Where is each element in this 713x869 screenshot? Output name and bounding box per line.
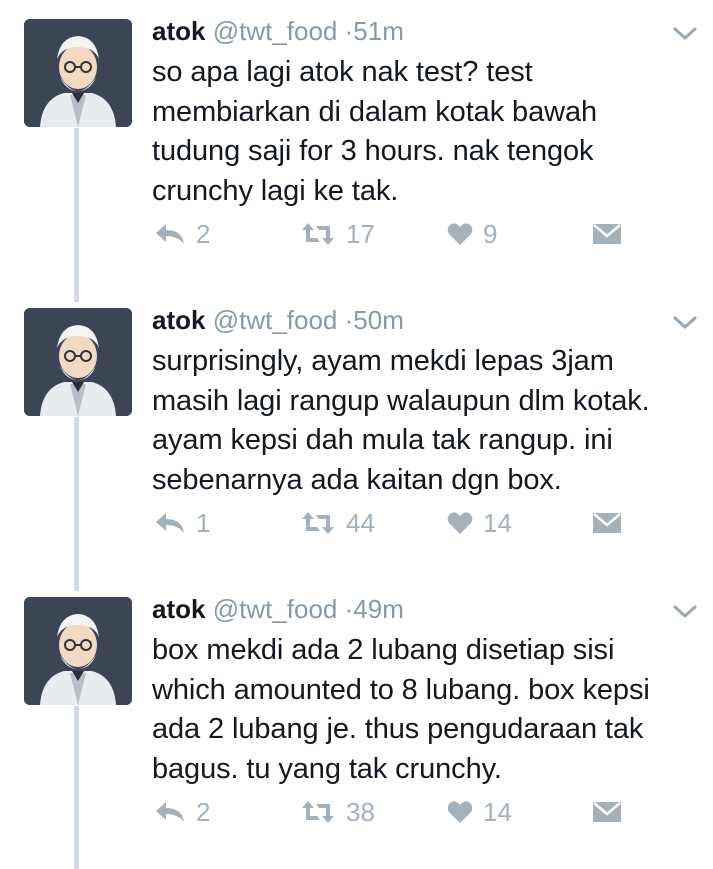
retweet-icon [302,801,334,823]
avatar[interactable] [24,308,132,416]
reply-count: 2 [196,796,211,827]
separator: · [344,594,354,624]
tweet[interactable]: atok @twt_food ·51m so apa lagi atok nak… [0,0,713,289]
envelope-icon [593,224,621,244]
reply-count: 2 [196,218,211,249]
separator: · [344,305,354,335]
retweet-icon [302,512,334,534]
heart-icon [447,223,473,245]
retweet-count: 44 [346,507,375,538]
tweet-text: so apa lagi atok nak test? test membiark… [152,56,598,207]
chevron-down-icon[interactable] [672,604,698,620]
chevron-down-icon[interactable] [672,26,698,42]
retweet-button[interactable]: 38 [300,790,375,834]
reply-button[interactable]: 2 [154,790,210,834]
reply-button[interactable]: 2 [154,212,210,256]
timestamp[interactable]: 49m [353,594,404,624]
reply-count: 1 [196,507,211,538]
timestamp[interactable]: 50m [353,305,404,335]
author-handle[interactable]: @twt_food [213,305,338,335]
like-button[interactable]: 14 [447,790,512,834]
author-name[interactable]: atok [152,305,205,335]
message-button[interactable] [592,501,622,545]
tweet-text: box mekdi ada 2 lubang disetiap sisi whi… [152,634,650,785]
like-count: 14 [483,796,512,827]
tweet-actions: 1 44 14 [152,501,632,545]
message-button[interactable] [592,212,622,256]
envelope-icon [593,802,621,822]
tweet-text: surprisingly, ayam mekdi lepas 3jam masi… [152,345,650,496]
reply-arrow-icon [156,513,184,533]
message-button[interactable] [592,790,622,834]
author-handle[interactable]: @twt_food [213,594,338,624]
avatar[interactable] [24,19,132,127]
envelope-icon [593,513,621,533]
retweet-button[interactable]: 44 [300,501,375,545]
retweet-button[interactable]: 17 [300,212,375,256]
like-count: 9 [483,218,498,249]
like-count: 14 [483,507,512,538]
like-button[interactable]: 9 [447,212,497,256]
reply-arrow-icon [156,224,184,244]
avatar[interactable] [24,597,132,705]
reply-arrow-icon [156,802,184,822]
retweet-count: 38 [346,796,375,827]
chevron-down-icon[interactable] [672,315,698,331]
tweet-header: atok @twt_food ·51m [152,14,404,48]
author-name[interactable]: atok [152,594,205,624]
timestamp[interactable]: 51m [353,16,404,46]
retweet-count: 17 [346,218,375,249]
like-button[interactable]: 14 [447,501,512,545]
author-name[interactable]: atok [152,16,205,46]
heart-icon [447,512,473,534]
heart-icon [447,801,473,823]
tweet[interactable]: atok @twt_food ·50m surprisingly, ayam m… [0,289,713,578]
tweet-header: atok @twt_food ·49m [152,592,404,626]
tweet[interactable]: atok @twt_food ·49m box mekdi ada 2 luba… [0,578,713,867]
separator: · [344,16,354,46]
tweet-actions: 2 38 14 [152,790,632,834]
reply-button[interactable]: 1 [154,501,210,545]
tweet-header: atok @twt_food ·50m [152,303,404,337]
author-handle[interactable]: @twt_food [213,16,338,46]
retweet-icon [302,223,334,245]
tweet-actions: 2 17 9 [152,212,632,256]
